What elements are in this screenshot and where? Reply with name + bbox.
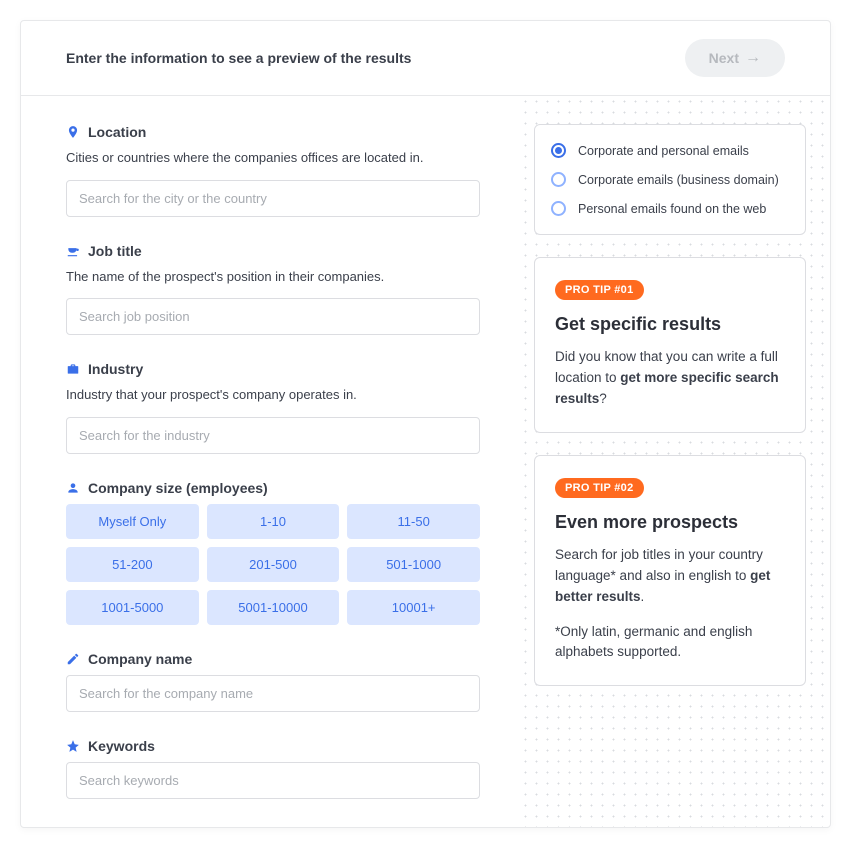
keywords-input[interactable] xyxy=(66,762,480,799)
briefcase-icon xyxy=(66,362,80,376)
right-panel: Corporate and personal emails Corporate … xyxy=(520,96,830,827)
tip-badge: PRO TIP #02 xyxy=(555,478,644,498)
company-name-label: Company name xyxy=(88,651,192,667)
email-type-card: Corporate and personal emails Corporate … xyxy=(534,124,806,235)
size-chip[interactable]: 5001-10000 xyxy=(207,590,340,625)
field-company-size: Company size (employees) Myself Only 1-1… xyxy=(66,480,480,625)
tip-badge: PRO TIP #01 xyxy=(555,280,644,300)
radio-option[interactable]: Corporate and personal emails xyxy=(551,143,789,158)
body: Location Cities or countries where the c… xyxy=(21,96,830,827)
coffee-icon xyxy=(66,244,80,258)
arrow-right-icon: → xyxy=(745,49,761,67)
size-chip[interactable]: 501-1000 xyxy=(347,547,480,582)
tip-title: Get specific results xyxy=(555,314,785,335)
job-title-label: Job title xyxy=(88,243,142,259)
radio-label: Corporate and personal emails xyxy=(578,144,749,158)
company-size-grid: Myself Only 1-10 11-50 51-200 201-500 50… xyxy=(66,504,480,625)
header: Enter the information to see a preview o… xyxy=(21,21,830,96)
tip-body: Search for job titles in your country la… xyxy=(555,545,785,664)
next-button[interactable]: Next → xyxy=(685,39,785,77)
industry-label: Industry xyxy=(88,361,143,377)
tip-title: Even more prospects xyxy=(555,512,785,533)
form-container: Enter the information to see a preview o… xyxy=(20,20,831,828)
pencil-icon xyxy=(66,652,80,666)
job-title-desc: The name of the prospect's position in t… xyxy=(66,267,480,287)
size-chip[interactable]: 11-50 xyxy=(347,504,480,539)
company-size-label: Company size (employees) xyxy=(88,480,268,496)
field-industry: Industry Industry that your prospect's c… xyxy=(66,361,480,454)
job-title-input[interactable] xyxy=(66,298,480,335)
person-icon xyxy=(66,481,80,495)
location-input[interactable] xyxy=(66,180,480,217)
radio-option[interactable]: Corporate emails (business domain) xyxy=(551,172,789,187)
star-icon xyxy=(66,739,80,753)
size-chip[interactable]: 1001-5000 xyxy=(66,590,199,625)
field-location: Location Cities or countries where the c… xyxy=(66,124,480,217)
company-name-input[interactable] xyxy=(66,675,480,712)
size-chip[interactable]: 201-500 xyxy=(207,547,340,582)
radio-icon xyxy=(551,143,566,158)
size-chip[interactable]: 10001+ xyxy=(347,590,480,625)
radio-label: Corporate emails (business domain) xyxy=(578,173,779,187)
tip-body: Did you know that you can write a full l… xyxy=(555,347,785,410)
tip-card-1: PRO TIP #01 Get specific results Did you… xyxy=(534,257,806,433)
keywords-label: Keywords xyxy=(88,738,155,754)
next-button-label: Next xyxy=(709,50,739,66)
radio-icon xyxy=(551,172,566,187)
location-pin-icon xyxy=(66,125,80,139)
field-company-name: Company name xyxy=(66,651,480,712)
size-chip[interactable]: 1-10 xyxy=(207,504,340,539)
radio-icon xyxy=(551,201,566,216)
field-keywords: Keywords xyxy=(66,738,480,799)
size-chip[interactable]: 51-200 xyxy=(66,547,199,582)
radio-option[interactable]: Personal emails found on the web xyxy=(551,201,789,216)
industry-input[interactable] xyxy=(66,417,480,454)
page-title: Enter the information to see a preview o… xyxy=(66,50,411,66)
size-chip[interactable]: Myself Only xyxy=(66,504,199,539)
field-job-title: Job title The name of the prospect's pos… xyxy=(66,243,480,336)
location-label: Location xyxy=(88,124,146,140)
radio-label: Personal emails found on the web xyxy=(578,202,766,216)
left-panel: Location Cities or countries where the c… xyxy=(21,96,520,827)
tip-card-2: PRO TIP #02 Even more prospects Search f… xyxy=(534,455,806,687)
location-desc: Cities or countries where the companies … xyxy=(66,148,480,168)
industry-desc: Industry that your prospect's company op… xyxy=(66,385,480,405)
